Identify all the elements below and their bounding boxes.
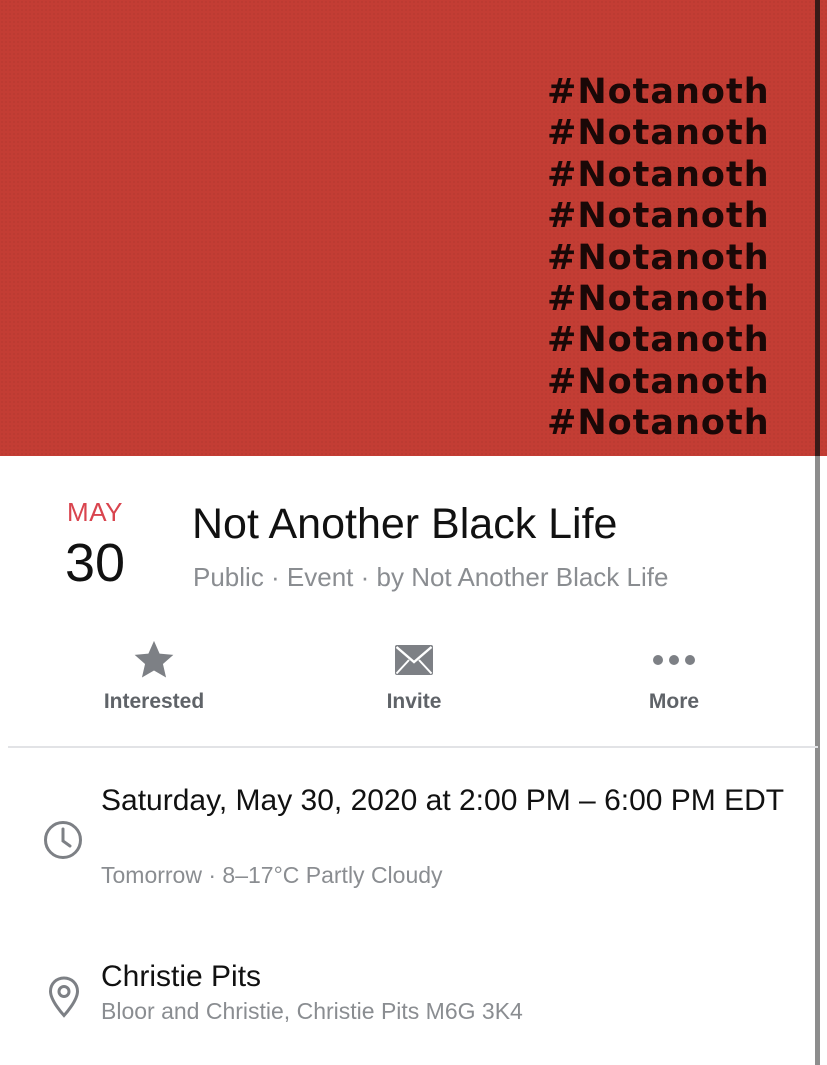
event-location-address: Bloor and Christie, Christie Pits M6G 3K…	[101, 998, 523, 1024]
event-title: Not Another Black Life	[192, 500, 618, 548]
cover-hashtag: #Notanoth	[547, 361, 770, 402]
envelope-icon	[324, 636, 504, 684]
cover-edge-shadow	[815, 0, 820, 456]
location-pin-icon	[48, 976, 80, 1023]
event-cover-image[interactable]: #Notanoth #Notanoth #Notanoth #Notanoth …	[0, 0, 827, 456]
cover-hashtag: #Notanoth	[547, 403, 770, 444]
interested-label: Interested	[103, 690, 205, 713]
event-location-name[interactable]: Christie Pits	[101, 960, 261, 994]
star-icon	[64, 636, 244, 684]
cover-hashtag: #Notanoth	[547, 72, 770, 112]
more-label: More	[648, 690, 700, 713]
more-dots-icon	[584, 636, 764, 684]
event-subtitle: Public · Event · by Not Another Black Li…	[193, 562, 669, 592]
cover-hashtag: #Notanoth	[547, 113, 770, 154]
cover-hashtag: #Notanoth	[547, 320, 770, 361]
cover-hashtag: #Notanoth	[547, 237, 770, 278]
section-divider	[8, 746, 818, 748]
cover-hashtag: #Notanoth	[547, 196, 770, 237]
invite-label: Invite	[386, 690, 442, 713]
cover-hashtag-list: #Notanoth #Notanoth #Notanoth #Notanoth …	[547, 72, 770, 445]
cover-hashtag: #Notanoth	[547, 154, 770, 195]
invite-button[interactable]: Invite	[324, 636, 504, 726]
event-time[interactable]: Saturday, May 30, 2020 at 2:00 PM – 6:00…	[101, 781, 801, 821]
event-date-day: 30	[64, 533, 126, 593]
event-date-month: MAY	[67, 497, 123, 527]
clock-icon	[43, 820, 83, 865]
more-button[interactable]: More	[584, 636, 764, 726]
interested-button[interactable]: Interested	[64, 636, 244, 726]
cover-hashtag: #Notanoth	[547, 279, 770, 320]
event-time-weather: Tomorrow · 8–17°C Partly Cloudy	[101, 862, 443, 888]
